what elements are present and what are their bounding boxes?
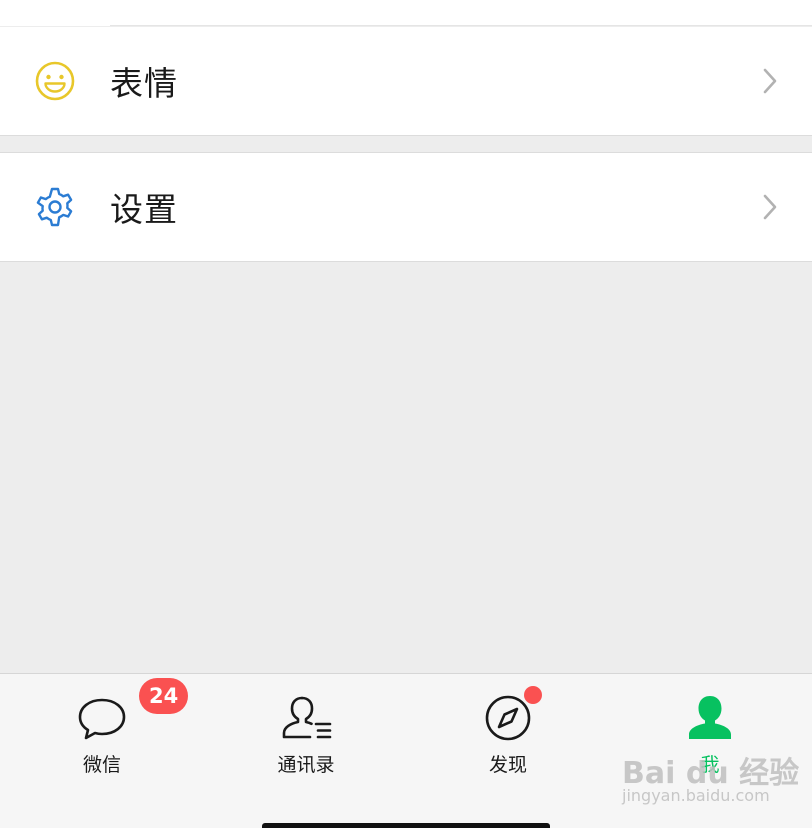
gear-icon (33, 185, 77, 229)
new-content-dot (524, 686, 542, 704)
unread-count-badge: 24 (139, 678, 189, 714)
contacts-icon (282, 696, 332, 739)
chat-bubble-icon (78, 698, 126, 740)
home-indicator (262, 823, 550, 828)
person-icon (689, 696, 731, 739)
chevron-right-icon (763, 194, 777, 220)
tab-discover[interactable]: 发现 (428, 674, 588, 794)
tab-label: 微信 (82, 754, 121, 776)
menu-item-label: 设置 (110, 190, 178, 229)
tab-chats[interactable]: 微信 24 (22, 674, 189, 794)
bottom-tab-bar: 微信 24 通讯录 发现 我 (0, 673, 812, 828)
tab-contacts[interactable]: 通讯录 (226, 674, 386, 794)
tab-label: 通讯录 (277, 754, 335, 776)
menu-item-settings[interactable]: 设置 (0, 152, 812, 262)
cell-divider (110, 25, 812, 26)
smiley-icon (33, 59, 77, 103)
chevron-right-icon (763, 68, 777, 94)
screen: 表情 设置 微信 24 通讯录 发现 我 Bai du 经验 jingyan.b… (0, 0, 812, 828)
tab-me[interactable]: 我 (630, 674, 790, 794)
menu-item-label: 表情 (110, 64, 178, 103)
menu-item-sticker[interactable]: 表情 (0, 27, 812, 136)
previous-menu-cell[interactable] (0, 0, 812, 26)
tab-label: 发现 (488, 754, 527, 776)
tab-label: 我 (700, 754, 720, 776)
